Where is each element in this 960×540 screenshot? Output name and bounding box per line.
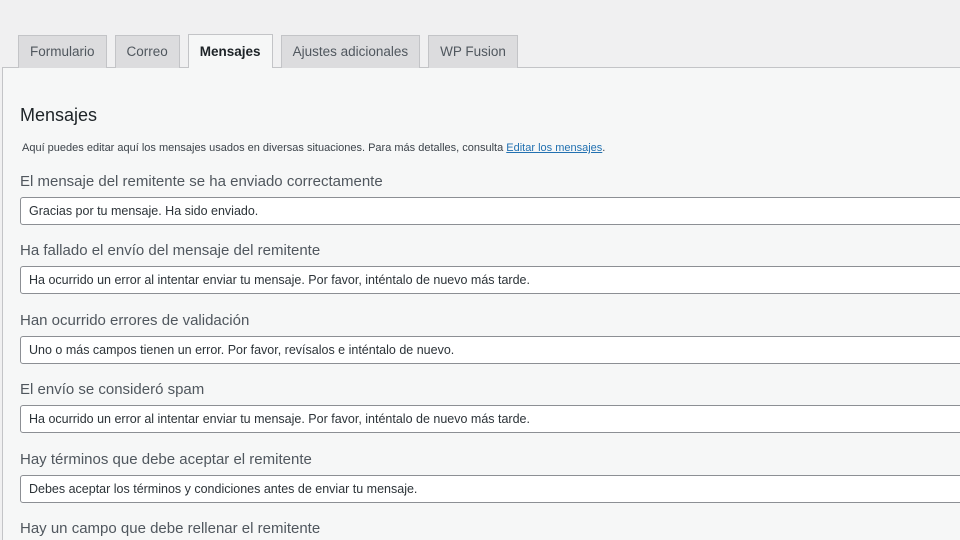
messages-settings-page: Formulario Correo Mensajes Ajustes adici… <box>0 0 960 540</box>
tab-ajustes-adicionales[interactable]: Ajustes adicionales <box>280 35 421 68</box>
field-label-validation-error: Han ocurrido errores de validación <box>20 312 250 329</box>
tab-mensajes[interactable]: Mensajes <box>187 34 273 68</box>
accept-terms-input[interactable] <box>20 475 960 503</box>
validation-error-input[interactable] <box>20 336 960 364</box>
spam-input[interactable] <box>20 405 960 433</box>
description-suffix: . <box>602 142 606 154</box>
tab-correo[interactable]: Correo <box>114 35 180 68</box>
tab-formulario[interactable]: Formulario <box>18 35 107 68</box>
tab-wp-fusion[interactable]: WP Fusion <box>428 35 518 68</box>
section-title: Mensajes <box>20 105 98 125</box>
field-label-mail-sent-ng: Ha fallado el envío del mensaje del remi… <box>20 242 321 259</box>
mail-sent-ng-input[interactable] <box>20 266 960 294</box>
messages-panel <box>2 67 960 540</box>
edit-messages-link[interactable]: Editar los mensajes <box>506 142 602 154</box>
mail-sent-ok-input[interactable] <box>20 197 960 225</box>
field-label-mail-sent-ok: El mensaje del remitente se ha enviado c… <box>20 173 383 190</box>
section-description: Aquí puedes editar aquí los mensajes usa… <box>22 142 605 154</box>
field-label-accept-terms: Hay términos que debe aceptar el remiten… <box>20 451 312 468</box>
field-label-spam: El envío se consideró spam <box>20 381 205 398</box>
field-label-invalid-required: Hay un campo que debe rellenar el remite… <box>20 520 321 537</box>
description-text: Aquí puedes editar aquí los mensajes usa… <box>22 142 507 154</box>
tab-bar: Formulario Correo Mensajes Ajustes adici… <box>18 34 526 68</box>
